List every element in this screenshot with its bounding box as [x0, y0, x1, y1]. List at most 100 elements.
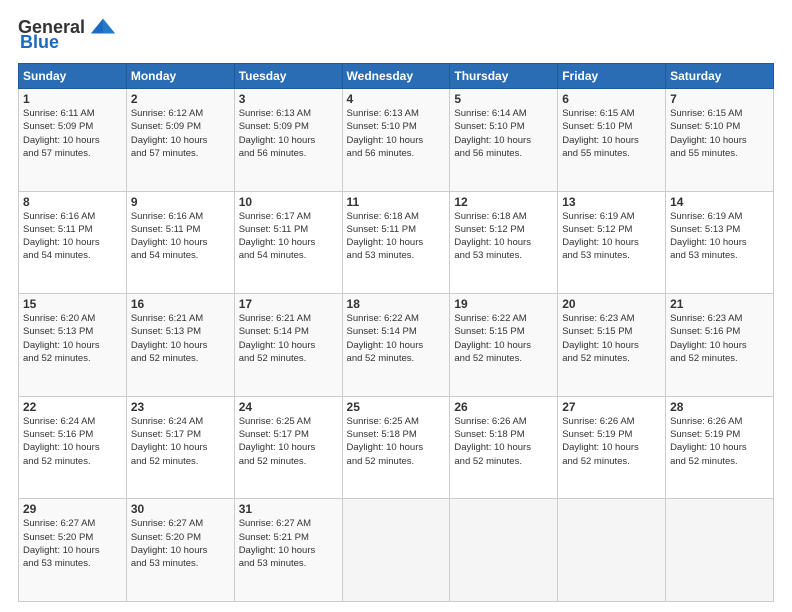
day-number: 25 — [347, 400, 446, 414]
logo-area: General Blue — [18, 16, 117, 53]
day-cell: 18Sunrise: 6:22 AMSunset: 5:14 PMDayligh… — [342, 294, 450, 397]
day-info: Sunrise: 6:26 AMSunset: 5:19 PMDaylight:… — [562, 415, 661, 468]
col-header-thursday: Thursday — [450, 64, 558, 89]
day-info: Sunrise: 6:16 AMSunset: 5:11 PMDaylight:… — [131, 210, 230, 263]
day-cell: 5Sunrise: 6:14 AMSunset: 5:10 PMDaylight… — [450, 89, 558, 192]
calendar-table: SundayMondayTuesdayWednesdayThursdayFrid… — [18, 63, 774, 602]
day-number: 6 — [562, 92, 661, 106]
week-row-3: 15Sunrise: 6:20 AMSunset: 5:13 PMDayligh… — [19, 294, 774, 397]
col-header-friday: Friday — [558, 64, 666, 89]
day-cell: 30Sunrise: 6:27 AMSunset: 5:20 PMDayligh… — [126, 499, 234, 602]
day-number: 13 — [562, 195, 661, 209]
day-number: 27 — [562, 400, 661, 414]
day-cell: 31Sunrise: 6:27 AMSunset: 5:21 PMDayligh… — [234, 499, 342, 602]
col-header-sunday: Sunday — [19, 64, 127, 89]
day-number: 9 — [131, 195, 230, 209]
day-number: 21 — [670, 297, 769, 311]
day-info: Sunrise: 6:15 AMSunset: 5:10 PMDaylight:… — [670, 107, 769, 160]
day-number: 26 — [454, 400, 553, 414]
col-header-wednesday: Wednesday — [342, 64, 450, 89]
logo-blue: Blue — [20, 32, 59, 53]
day-info: Sunrise: 6:17 AMSunset: 5:11 PMDaylight:… — [239, 210, 338, 263]
day-info: Sunrise: 6:24 AMSunset: 5:16 PMDaylight:… — [23, 415, 122, 468]
day-cell: 14Sunrise: 6:19 AMSunset: 5:13 PMDayligh… — [666, 191, 774, 294]
day-info: Sunrise: 6:27 AMSunset: 5:20 PMDaylight:… — [23, 517, 122, 570]
day-number: 22 — [23, 400, 122, 414]
day-cell: 10Sunrise: 6:17 AMSunset: 5:11 PMDayligh… — [234, 191, 342, 294]
day-cell: 7Sunrise: 6:15 AMSunset: 5:10 PMDaylight… — [666, 89, 774, 192]
day-cell: 3Sunrise: 6:13 AMSunset: 5:09 PMDaylight… — [234, 89, 342, 192]
day-info: Sunrise: 6:27 AMSunset: 5:21 PMDaylight:… — [239, 517, 338, 570]
day-info: Sunrise: 6:25 AMSunset: 5:17 PMDaylight:… — [239, 415, 338, 468]
day-cell: 9Sunrise: 6:16 AMSunset: 5:11 PMDaylight… — [126, 191, 234, 294]
day-number: 12 — [454, 195, 553, 209]
day-cell — [666, 499, 774, 602]
day-cell: 20Sunrise: 6:23 AMSunset: 5:15 PMDayligh… — [558, 294, 666, 397]
day-info: Sunrise: 6:25 AMSunset: 5:18 PMDaylight:… — [347, 415, 446, 468]
day-number: 28 — [670, 400, 769, 414]
day-number: 11 — [347, 195, 446, 209]
day-info: Sunrise: 6:14 AMSunset: 5:10 PMDaylight:… — [454, 107, 553, 160]
day-number: 7 — [670, 92, 769, 106]
day-cell: 25Sunrise: 6:25 AMSunset: 5:18 PMDayligh… — [342, 396, 450, 499]
day-info: Sunrise: 6:13 AMSunset: 5:10 PMDaylight:… — [347, 107, 446, 160]
header-row: SundayMondayTuesdayWednesdayThursdayFrid… — [19, 64, 774, 89]
day-number: 19 — [454, 297, 553, 311]
day-cell: 2Sunrise: 6:12 AMSunset: 5:09 PMDaylight… — [126, 89, 234, 192]
day-number: 31 — [239, 502, 338, 516]
week-row-1: 1Sunrise: 6:11 AMSunset: 5:09 PMDaylight… — [19, 89, 774, 192]
day-cell — [450, 499, 558, 602]
day-info: Sunrise: 6:23 AMSunset: 5:15 PMDaylight:… — [562, 312, 661, 365]
day-cell: 29Sunrise: 6:27 AMSunset: 5:20 PMDayligh… — [19, 499, 127, 602]
day-number: 14 — [670, 195, 769, 209]
day-info: Sunrise: 6:23 AMSunset: 5:16 PMDaylight:… — [670, 312, 769, 365]
day-number: 3 — [239, 92, 338, 106]
day-number: 29 — [23, 502, 122, 516]
header: General Blue — [18, 16, 774, 53]
day-number: 8 — [23, 195, 122, 209]
day-cell: 19Sunrise: 6:22 AMSunset: 5:15 PMDayligh… — [450, 294, 558, 397]
day-cell — [342, 499, 450, 602]
day-number: 17 — [239, 297, 338, 311]
day-info: Sunrise: 6:19 AMSunset: 5:12 PMDaylight:… — [562, 210, 661, 263]
day-cell: 26Sunrise: 6:26 AMSunset: 5:18 PMDayligh… — [450, 396, 558, 499]
day-cell: 21Sunrise: 6:23 AMSunset: 5:16 PMDayligh… — [666, 294, 774, 397]
day-cell: 15Sunrise: 6:20 AMSunset: 5:13 PMDayligh… — [19, 294, 127, 397]
day-number: 23 — [131, 400, 230, 414]
day-cell: 6Sunrise: 6:15 AMSunset: 5:10 PMDaylight… — [558, 89, 666, 192]
day-info: Sunrise: 6:18 AMSunset: 5:11 PMDaylight:… — [347, 210, 446, 263]
day-info: Sunrise: 6:21 AMSunset: 5:13 PMDaylight:… — [131, 312, 230, 365]
day-number: 20 — [562, 297, 661, 311]
day-info: Sunrise: 6:13 AMSunset: 5:09 PMDaylight:… — [239, 107, 338, 160]
day-number: 1 — [23, 92, 122, 106]
day-number: 10 — [239, 195, 338, 209]
day-number: 15 — [23, 297, 122, 311]
day-info: Sunrise: 6:15 AMSunset: 5:10 PMDaylight:… — [562, 107, 661, 160]
day-info: Sunrise: 6:11 AMSunset: 5:09 PMDaylight:… — [23, 107, 122, 160]
day-info: Sunrise: 6:19 AMSunset: 5:13 PMDaylight:… — [670, 210, 769, 263]
day-number: 5 — [454, 92, 553, 106]
day-info: Sunrise: 6:26 AMSunset: 5:19 PMDaylight:… — [670, 415, 769, 468]
day-cell: 16Sunrise: 6:21 AMSunset: 5:13 PMDayligh… — [126, 294, 234, 397]
day-cell: 28Sunrise: 6:26 AMSunset: 5:19 PMDayligh… — [666, 396, 774, 499]
day-info: Sunrise: 6:22 AMSunset: 5:15 PMDaylight:… — [454, 312, 553, 365]
col-header-saturday: Saturday — [666, 64, 774, 89]
day-number: 16 — [131, 297, 230, 311]
day-cell: 1Sunrise: 6:11 AMSunset: 5:09 PMDaylight… — [19, 89, 127, 192]
day-cell: 11Sunrise: 6:18 AMSunset: 5:11 PMDayligh… — [342, 191, 450, 294]
day-cell: 8Sunrise: 6:16 AMSunset: 5:11 PMDaylight… — [19, 191, 127, 294]
day-cell: 13Sunrise: 6:19 AMSunset: 5:12 PMDayligh… — [558, 191, 666, 294]
day-info: Sunrise: 6:21 AMSunset: 5:14 PMDaylight:… — [239, 312, 338, 365]
col-header-monday: Monday — [126, 64, 234, 89]
day-cell: 4Sunrise: 6:13 AMSunset: 5:10 PMDaylight… — [342, 89, 450, 192]
day-info: Sunrise: 6:26 AMSunset: 5:18 PMDaylight:… — [454, 415, 553, 468]
day-number: 18 — [347, 297, 446, 311]
day-info: Sunrise: 6:12 AMSunset: 5:09 PMDaylight:… — [131, 107, 230, 160]
week-row-4: 22Sunrise: 6:24 AMSunset: 5:16 PMDayligh… — [19, 396, 774, 499]
day-cell: 27Sunrise: 6:26 AMSunset: 5:19 PMDayligh… — [558, 396, 666, 499]
day-cell: 12Sunrise: 6:18 AMSunset: 5:12 PMDayligh… — [450, 191, 558, 294]
day-info: Sunrise: 6:18 AMSunset: 5:12 PMDaylight:… — [454, 210, 553, 263]
day-info: Sunrise: 6:22 AMSunset: 5:14 PMDaylight:… — [347, 312, 446, 365]
day-cell: 17Sunrise: 6:21 AMSunset: 5:14 PMDayligh… — [234, 294, 342, 397]
day-info: Sunrise: 6:27 AMSunset: 5:20 PMDaylight:… — [131, 517, 230, 570]
